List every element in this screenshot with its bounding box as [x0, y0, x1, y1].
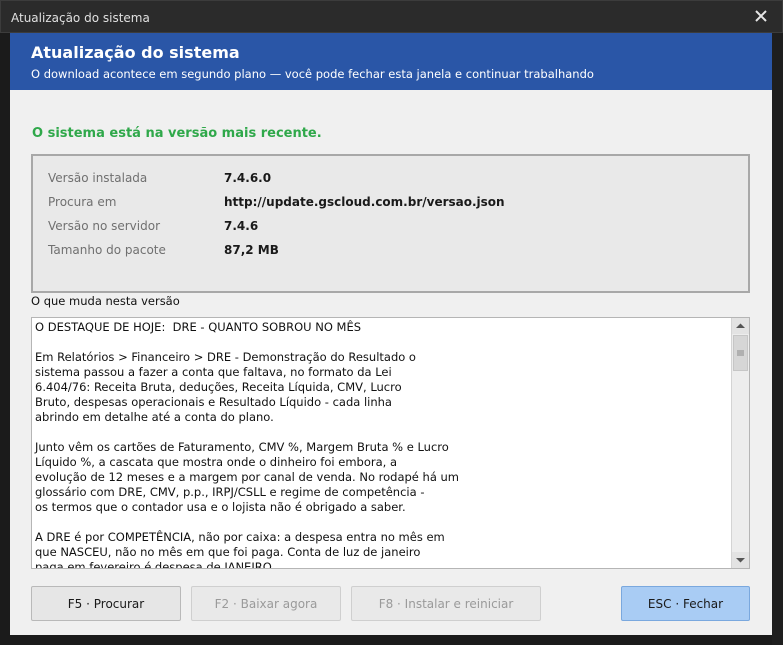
scroll-thumb[interactable] [733, 335, 748, 371]
close-icon[interactable] [752, 7, 770, 25]
version-info-panel: Versão instalada 7.4.6.0 Procura em http… [31, 154, 750, 293]
install-restart-button[interactable]: F8 · Instalar e reiniciar [351, 586, 541, 621]
caret-down-icon [736, 558, 745, 563]
download-now-button[interactable]: F2 · Baixar agora [191, 586, 341, 621]
dialog-body: Atualização do sistema O download aconte… [10, 33, 772, 635]
package-size-value: 87,2 MB [224, 243, 279, 257]
close-button[interactable]: ESC · Fechar [621, 586, 750, 621]
release-notes-textbox[interactable]: O DESTAQUE DE HOJE: DRE - QUANTO SOBROU … [31, 317, 750, 569]
source-label: Procura em [48, 195, 117, 209]
banner-subtitle: O download acontece em segundo plano — v… [31, 67, 594, 81]
window-shadow [772, 33, 783, 645]
source-value: http://update.gscloud.com.br/versao.json [224, 195, 505, 209]
installed-version-label: Versão instalada [48, 171, 148, 185]
search-button[interactable]: F5 · Procurar [31, 586, 181, 621]
vertical-scrollbar[interactable] [731, 318, 749, 568]
status-message: O sistema está na versão mais recente. [32, 126, 322, 141]
scroll-down-arrow[interactable] [732, 552, 749, 568]
window-titlebar[interactable]: Atualização do sistema [0, 0, 783, 33]
scroll-up-arrow[interactable] [732, 318, 749, 334]
caret-up-icon [736, 323, 745, 328]
installed-version-value: 7.4.6.0 [224, 171, 272, 185]
header-banner: Atualização do sistema O download aconte… [10, 33, 772, 90]
package-size-label: Tamanho do pacote [48, 243, 166, 257]
release-notes-text: O DESTAQUE DE HOJE: DRE - QUANTO SOBROU … [35, 320, 460, 569]
window-title: Atualização do sistema [11, 11, 150, 25]
banner-title: Atualização do sistema [31, 43, 240, 62]
server-version-label: Versão no servidor [48, 219, 161, 233]
changes-label: O que muda nesta versão [31, 294, 180, 308]
grip-icon [737, 350, 744, 356]
server-version-value: 7.4.6 [224, 219, 259, 233]
